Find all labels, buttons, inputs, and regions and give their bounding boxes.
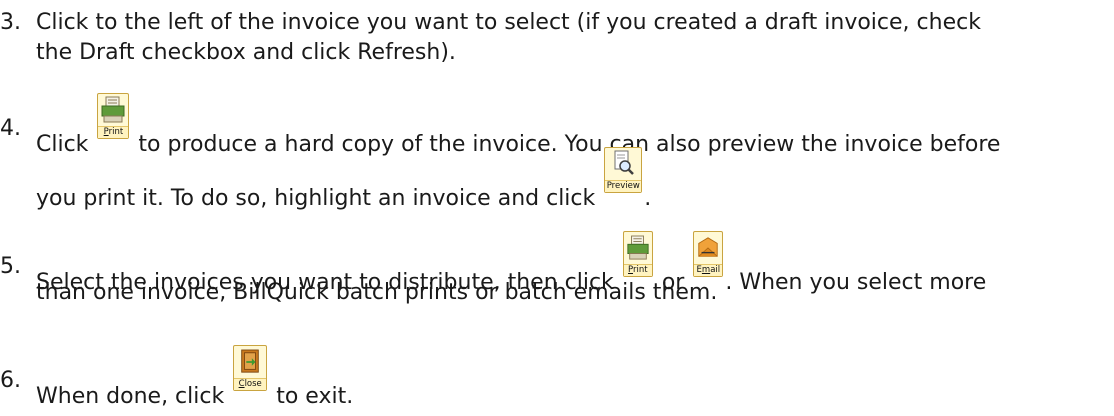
printer-icon xyxy=(627,235,649,260)
step-text-line2: the Draft checkbox and click Refresh). xyxy=(36,40,456,65)
exit-door-icon xyxy=(241,349,259,373)
email-button-label: Email xyxy=(694,264,723,276)
email-button[interactable]: Email xyxy=(693,231,724,277)
step-number: 5. xyxy=(0,254,21,279)
step-4: 4. Click Print to produce a hard copy of… xyxy=(0,78,1114,211)
magnifier-document-icon xyxy=(614,150,635,175)
print-button[interactable]: Print xyxy=(97,93,130,139)
step-text: you print it. To do so, highlight an inv… xyxy=(36,186,596,211)
step-number: 4. xyxy=(0,116,21,141)
step-text: . When you select more xyxy=(725,270,987,295)
step-number: 3. xyxy=(0,10,21,35)
print-button-label: Print xyxy=(98,126,129,138)
print-button-label: Print xyxy=(623,264,652,276)
step-6: 6. When done, click Close to exit. xyxy=(0,326,1114,409)
step-text-line2: than one invoice, BillQuick batch prints… xyxy=(36,280,718,305)
envelope-icon xyxy=(698,237,719,257)
step-text: . xyxy=(644,186,652,211)
step-number: 6. xyxy=(0,368,21,393)
step-4-line1: Click Print to produce a hard copy of th… xyxy=(36,78,1000,157)
preview-button-label: Preview xyxy=(605,180,642,192)
close-button-label: Close xyxy=(234,378,267,390)
step-4-line2: you print it. To do so, highlight an inv… xyxy=(36,144,651,211)
close-button[interactable]: Close xyxy=(233,345,268,391)
step-text: When done, click xyxy=(36,384,225,409)
step-5: 5. Select the invoices you want to distr… xyxy=(0,212,1114,312)
printer-icon xyxy=(101,96,125,123)
print-button[interactable]: Print xyxy=(622,231,653,277)
step-3: 3. Click to the left of the invoice you … xyxy=(0,8,1114,72)
step-5-line1: Select the invoices you want to distribu… xyxy=(36,212,986,295)
step-6-line1: When done, click Close to exit. xyxy=(36,326,353,409)
preview-button[interactable]: Preview xyxy=(604,147,643,193)
step-text-line1: Click to the left of the invoice you wan… xyxy=(36,10,981,35)
step-text: to exit. xyxy=(276,384,354,409)
